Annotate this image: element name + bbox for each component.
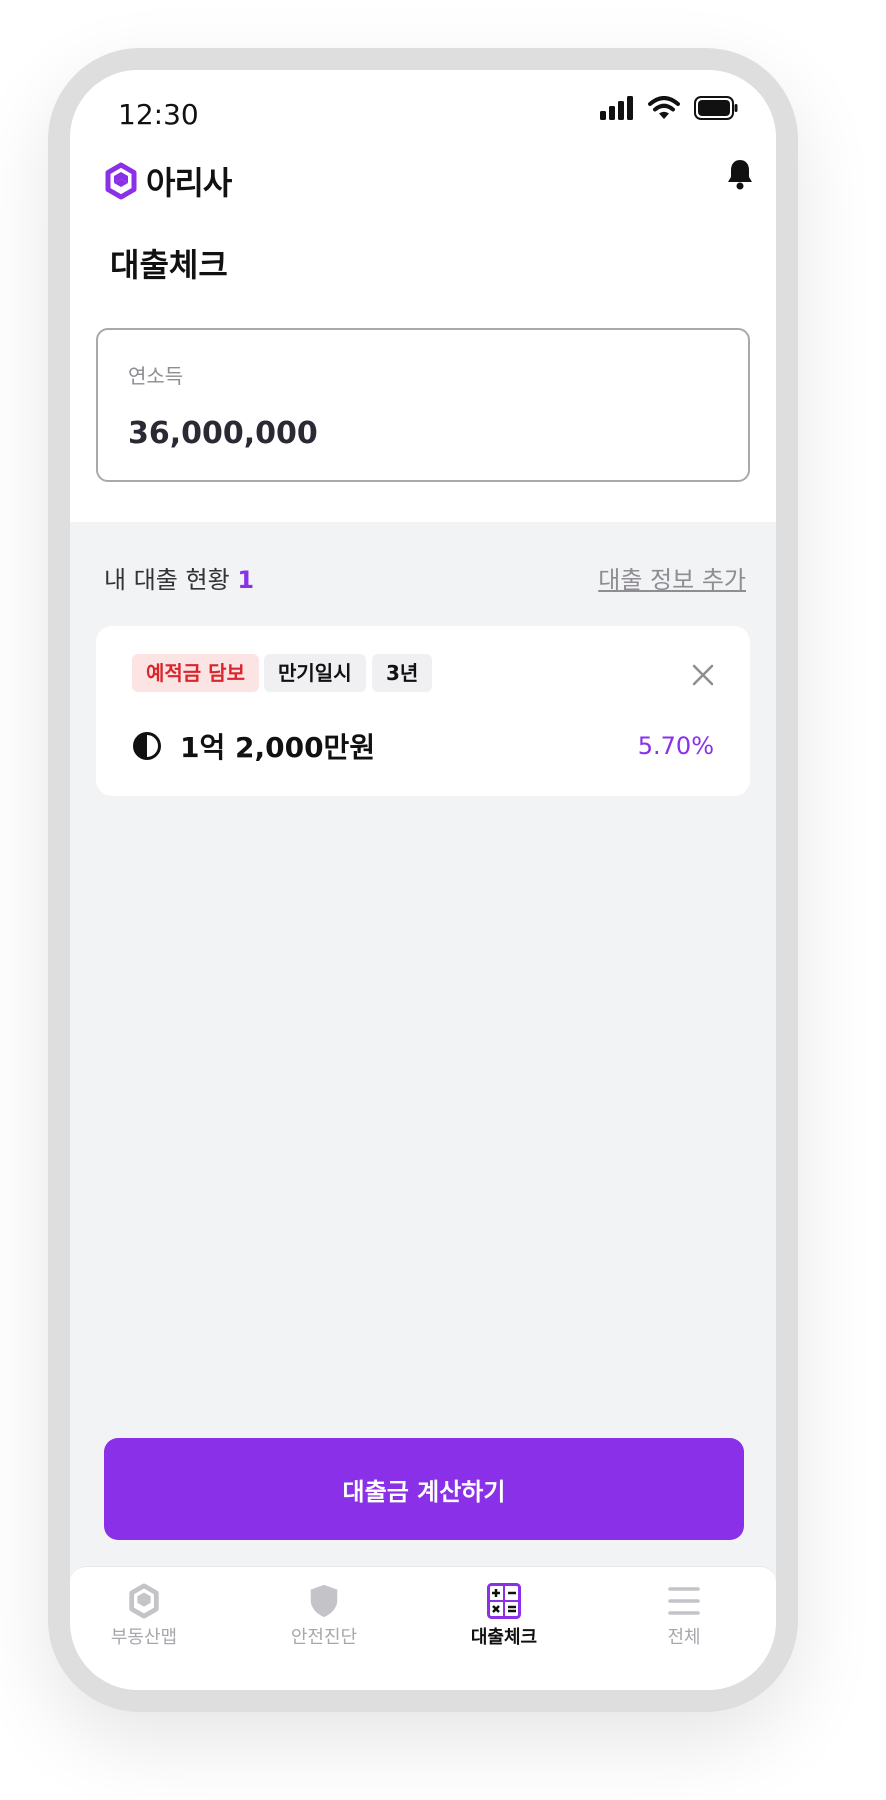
close-icon[interactable] — [690, 662, 716, 688]
calculate-loan-button[interactable]: 대출금 계산하기 — [104, 1438, 744, 1540]
add-loan-link[interactable]: 대출 정보 추가 — [598, 560, 746, 595]
signal-icon — [600, 96, 633, 120]
wifi-icon — [648, 96, 680, 119]
loan-card[interactable]: 예적금 담보 만기일시 3년 1억 2,000만원 5.70% — [96, 626, 750, 796]
tab-label: 대출체크 — [470, 1627, 538, 1648]
loan-tag-repayment: 만기일시 — [264, 654, 366, 692]
loan-amount-row: 1억 2,000만원 — [132, 726, 375, 766]
calculator-icon — [487, 1583, 521, 1619]
logo-text: 아리사 — [146, 164, 232, 202]
cube-logo-icon — [105, 162, 137, 200]
loan-tag-term: 3년 — [372, 654, 433, 692]
loan-amount: 1억 2,000만원 — [180, 731, 376, 764]
cube-icon — [129, 1583, 159, 1619]
loan-rate: 5.70% — [637, 732, 714, 760]
app-screen: 12:30 아리사 대출체크 연소득 36,000,000 내 대출 현황 1 … — [70, 70, 776, 1690]
income-label: 연소득 — [128, 364, 184, 388]
income-field[interactable]: 연소득 36,000,000 — [96, 328, 750, 482]
shield-icon — [310, 1584, 338, 1618]
tab-label: 안전진단 — [290, 1627, 358, 1648]
status-icons — [600, 96, 738, 120]
tab-label: 전체 — [667, 1627, 701, 1648]
tab-all-menu[interactable]: 전체 — [624, 1577, 744, 1649]
loans-header-label: 내 대출 현황 — [104, 566, 230, 594]
page-title: 대출체크 — [110, 246, 228, 284]
app-logo[interactable]: 아리사 — [104, 158, 232, 204]
notification-bell-icon[interactable] — [726, 158, 754, 194]
half-circle-icon — [133, 732, 161, 760]
income-value[interactable]: 36,000,000 — [128, 416, 318, 451]
status-time: 12:30 — [118, 98, 199, 131]
loans-header: 내 대출 현황 1 — [104, 560, 254, 595]
bottom-tab-bar: 부동산맵 안전진단 대출체크 전체 — [70, 1566, 776, 1690]
tab-loan-check[interactable]: 대출체크 — [444, 1577, 564, 1649]
top-section: 12:30 아리사 대출체크 연소득 36,000,000 — [70, 70, 776, 522]
tab-safety-check[interactable]: 안전진단 — [264, 1577, 384, 1649]
menu-icon — [668, 1587, 700, 1615]
loans-count: 1 — [237, 566, 255, 594]
tab-real-estate-map[interactable]: 부동산맵 — [84, 1577, 204, 1649]
battery-icon — [694, 96, 738, 120]
loan-tag-collateral: 예적금 담보 — [132, 654, 259, 692]
tab-label: 부동산맵 — [110, 1627, 178, 1648]
